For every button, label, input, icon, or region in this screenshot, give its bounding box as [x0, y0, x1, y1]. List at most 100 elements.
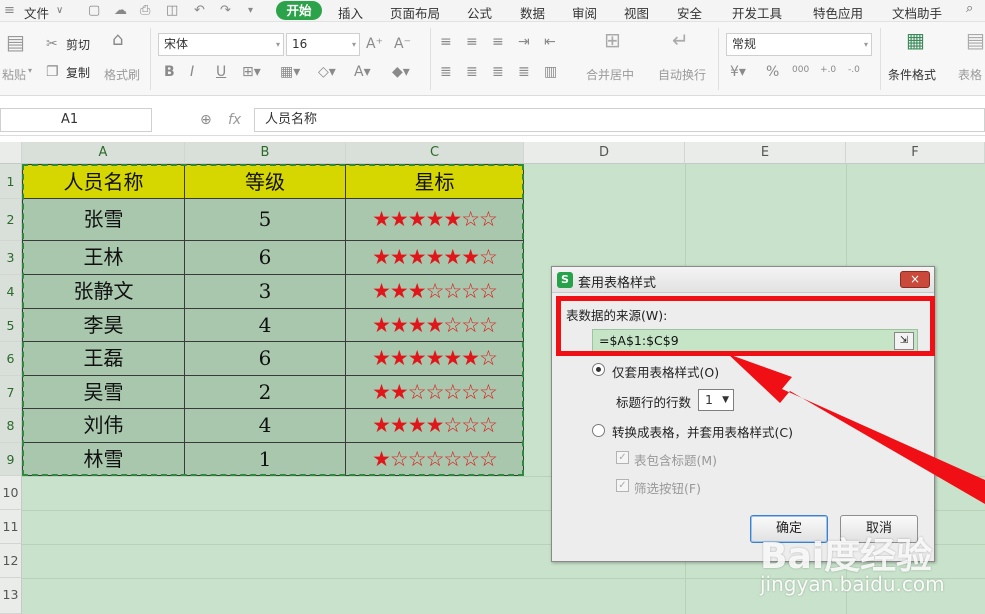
merge-icon[interactable]: ⊞ — [604, 30, 621, 50]
radio-style-only[interactable] — [592, 363, 605, 376]
align-middle-icon[interactable]: ≡ — [466, 34, 478, 50]
cell-stars[interactable]: ★★★★★★☆ — [346, 241, 524, 275]
undo-icon[interactable]: ↶ — [194, 3, 205, 18]
hamburger-icon[interactable]: ≡ — [4, 3, 15, 18]
cell-level[interactable]: 1 — [185, 443, 346, 476]
column-header-a[interactable]: A — [22, 142, 185, 164]
merge-center-button[interactable]: 合并居中 — [586, 66, 634, 83]
cell-stars[interactable]: ★★☆☆☆☆☆ — [346, 376, 524, 409]
tab-review[interactable]: 审阅 — [572, 3, 597, 22]
cell-name[interactable]: 王林 — [22, 241, 185, 275]
copy-icon[interactable]: ❐ — [46, 64, 59, 80]
tab-features[interactable]: 特色应用 — [813, 3, 863, 22]
row-header-13[interactable]: 13 — [0, 578, 22, 614]
tab-developer[interactable]: 开发工具 — [732, 3, 782, 22]
option-convert-table-label[interactable]: 转换成表格，并套用表格样式(C) — [612, 422, 793, 441]
italic-icon[interactable]: I — [190, 64, 194, 80]
dialog-titlebar[interactable]: S 套用表格样式 × — [552, 267, 934, 293]
cell-level[interactable]: 5 — [185, 199, 346, 241]
number-format-select[interactable]: 常规 ▾ — [726, 33, 872, 56]
table-style-button[interactable]: 表格 — [958, 66, 982, 83]
save-icon[interactable]: ▢ — [88, 3, 100, 18]
conditional-format-icon[interactable]: ▦ — [906, 30, 925, 50]
increase-decimal-icon[interactable]: +.0 — [820, 62, 836, 78]
tab-start[interactable]: 开始 — [276, 1, 322, 20]
formula-input[interactable]: 人员名称 — [254, 108, 985, 132]
cell-level[interactable]: 6 — [185, 342, 346, 376]
font-name-select[interactable]: 宋体 ▾ — [158, 33, 284, 56]
chevron-down-icon[interactable]: ∨ — [56, 5, 63, 16]
copy-button[interactable]: 复制 — [66, 64, 90, 81]
zoom-icon[interactable]: ⊕ — [200, 112, 212, 128]
cell-level[interactable]: 4 — [185, 409, 346, 443]
paste-button[interactable]: 粘贴 — [2, 66, 26, 83]
checkbox-filter-button[interactable]: ✓ — [616, 479, 629, 492]
column-header-e[interactable]: E — [685, 142, 846, 164]
table-header-name[interactable]: 人员名称 — [22, 164, 185, 199]
cell-stars[interactable]: ★☆☆☆☆☆☆ — [346, 443, 524, 476]
conditional-format-button[interactable]: 条件格式 — [888, 66, 936, 83]
column-header-b[interactable]: B — [185, 142, 346, 164]
row-header-5[interactable]: 5 — [0, 309, 22, 342]
format-painter-button[interactable]: 格式刷 — [104, 66, 140, 83]
justify-icon[interactable]: ≣ — [518, 64, 530, 80]
cell-stars[interactable]: ★★★☆☆☆☆ — [346, 275, 524, 309]
cell-name[interactable]: 王磊 — [22, 342, 185, 376]
tab-security[interactable]: 安全 — [677, 3, 702, 22]
header-rows-select[interactable]: 1 ▼ — [698, 389, 734, 411]
table-header-stars[interactable]: 星标 — [346, 164, 524, 199]
cell-name[interactable]: 刘伟 — [22, 409, 185, 443]
percent-icon[interactable]: % — [766, 64, 779, 80]
cell-style-icon[interactable]: ▦▾ — [280, 64, 300, 80]
decrease-decimal-icon[interactable]: -.0 — [848, 62, 860, 78]
select-all-corner[interactable] — [0, 142, 22, 164]
cell-stars[interactable]: ★★★★★☆☆ — [346, 199, 524, 241]
range-select-icon[interactable]: ⇲ — [894, 332, 914, 350]
cell-name[interactable]: 李昊 — [22, 309, 185, 342]
range-input[interactable]: =$A$1:$C$9 ⇲ — [592, 329, 918, 353]
tab-page-layout[interactable]: 页面布局 — [390, 3, 440, 22]
close-button[interactable]: × — [900, 271, 930, 288]
wrap-icon[interactable]: ↵ — [672, 30, 689, 50]
row-header-1[interactable]: 1 — [0, 164, 22, 199]
format-painter-icon[interactable]: ⌂ — [112, 31, 123, 49]
align-center-icon[interactable]: ≣ — [466, 64, 478, 80]
row-header-7[interactable]: 7 — [0, 376, 22, 409]
cell-stars[interactable]: ★★★★☆☆☆ — [346, 409, 524, 443]
customize-icon[interactable]: ▾ — [248, 5, 253, 16]
indent-icon[interactable]: ⇥ — [518, 34, 530, 50]
row-header-3[interactable]: 3 — [0, 241, 22, 275]
tab-data[interactable]: 数据 — [520, 3, 545, 22]
name-box[interactable]: A1 — [0, 108, 152, 132]
cloud-icon[interactable]: ☁ — [114, 3, 127, 18]
option-style-only-label[interactable]: 仅套用表格样式(O) — [612, 362, 719, 381]
radio-convert-table[interactable] — [592, 424, 605, 437]
row-header-8[interactable]: 8 — [0, 409, 22, 443]
currency-icon[interactable]: ¥▾ — [730, 64, 746, 80]
tab-formula[interactable]: 公式 — [467, 3, 492, 22]
table-style-icon[interactable]: ▤ — [966, 30, 985, 50]
cell-level[interactable]: 4 — [185, 309, 346, 342]
decrease-font-icon[interactable]: A⁻ — [394, 36, 411, 52]
align-right-icon[interactable]: ≣ — [492, 64, 504, 80]
redo-icon[interactable]: ↷ — [220, 3, 231, 18]
row-header-2[interactable]: 2 — [0, 199, 22, 241]
paste-dropdown-icon[interactable]: ▾ — [28, 66, 32, 75]
scissors-icon[interactable]: ✂ — [46, 36, 58, 52]
row-header-9[interactable]: 9 — [0, 443, 22, 476]
cut-button[interactable]: 剪切 — [66, 36, 90, 53]
search-icon[interactable]: ⌕ — [966, 1, 973, 16]
thousands-icon[interactable]: 000 — [792, 62, 809, 78]
cell-level[interactable]: 6 — [185, 241, 346, 275]
cell-stars[interactable]: ★★★★☆☆☆ — [346, 309, 524, 342]
fill-color-icon[interactable]: ◇▾ — [318, 64, 336, 80]
cell-level[interactable]: 2 — [185, 376, 346, 409]
distribute-icon[interactable]: ▥ — [544, 64, 557, 80]
outdent-icon[interactable]: ⇤ — [544, 34, 556, 50]
table-header-level[interactable]: 等级 — [185, 164, 346, 199]
align-left-icon[interactable]: ≣ — [440, 64, 452, 80]
row-header-12[interactable]: 12 — [0, 544, 22, 578]
cell-name[interactable]: 张雪 — [22, 199, 185, 241]
font-size-select[interactable]: 16 ▾ — [286, 33, 360, 56]
tab-insert[interactable]: 插入 — [338, 3, 363, 22]
